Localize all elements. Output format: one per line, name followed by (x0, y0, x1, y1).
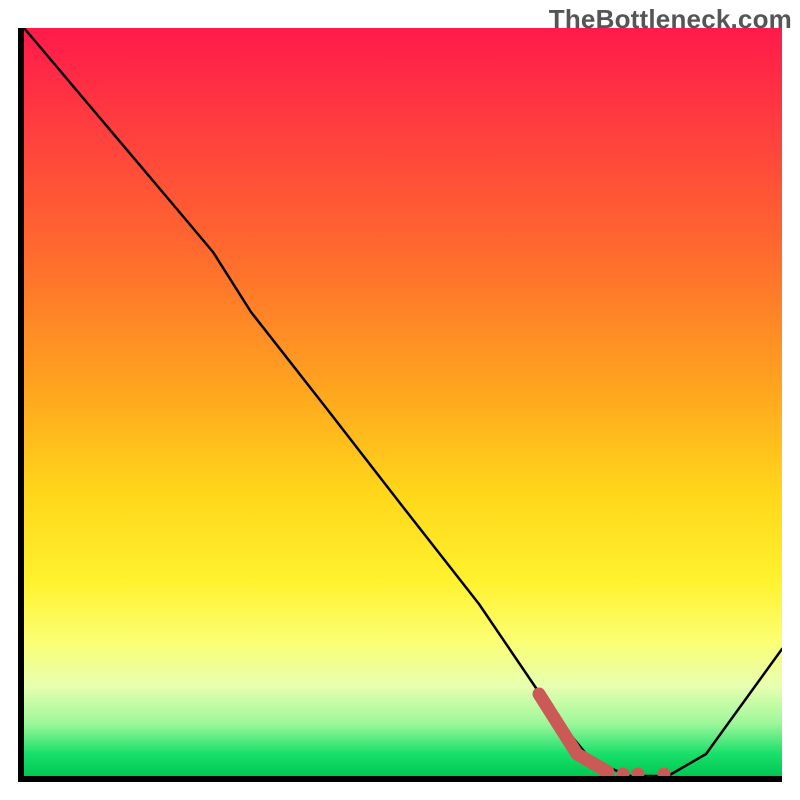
optimal-range-dot (658, 768, 671, 777)
chart-overlay (24, 28, 782, 776)
optimal-range-dot (617, 768, 630, 777)
optimal-range-dot (632, 768, 645, 777)
optimal-range-segment (539, 694, 608, 772)
chart-container: TheBottleneck.com (0, 0, 800, 800)
watermark-text: TheBottleneck.com (549, 4, 792, 35)
plot-area (18, 28, 782, 782)
bottleneck-curve (24, 28, 782, 776)
